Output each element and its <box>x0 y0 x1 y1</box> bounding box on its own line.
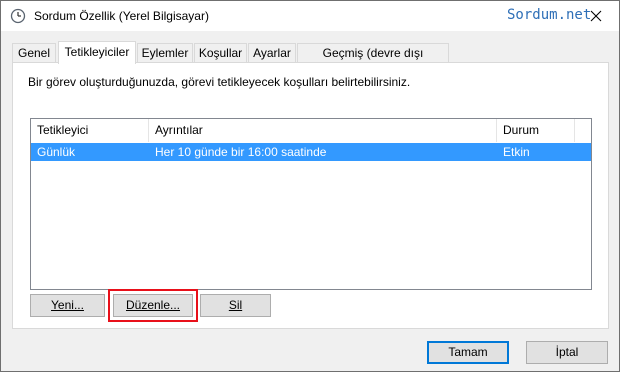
table-row[interactable]: Günlük Her 10 günde bir 16:00 saatinde E… <box>31 143 591 161</box>
list-header: Tetikleyici Ayrıntılar Durum <box>31 119 591 142</box>
cell-status: Etkin <box>503 145 530 159</box>
column-header-trigger[interactable]: Tetikleyici <box>31 119 149 142</box>
clock-icon <box>10 8 26 24</box>
title-bar[interactable]: Sordum Özellik (Yerel Bilgisayar) Sordum… <box>1 1 619 31</box>
tab-conditions[interactable]: Koşullar <box>194 43 247 63</box>
edit-button-label: Düzenle... <box>125 298 181 312</box>
new-button[interactable]: Yeni... <box>30 294 105 317</box>
delete-button-label: Sil <box>228 298 243 312</box>
tab-triggers[interactable]: Tetikleyiciler <box>58 41 136 64</box>
tab-actions[interactable]: Eylemler <box>137 43 193 63</box>
panel-description: Bir görev oluşturduğunuzda, görevi tetik… <box>28 75 411 89</box>
tab-settings[interactable]: Ayarlar <box>248 43 296 63</box>
new-button-label: Yeni... <box>51 298 84 312</box>
close-button[interactable] <box>585 5 607 27</box>
ok-button[interactable]: Tamam <box>427 341 509 364</box>
close-icon <box>590 10 602 22</box>
cancel-button[interactable]: İptal <box>526 341 608 364</box>
edit-button[interactable]: Düzenle... <box>113 294 193 317</box>
triggers-panel: Bir görev oluşturduğunuzda, görevi tetik… <box>12 62 609 329</box>
window-title: Sordum Özellik (Yerel Bilgisayar) <box>34 9 209 23</box>
column-header-status[interactable]: Durum <box>497 119 575 142</box>
cell-trigger: Günlük <box>37 145 76 159</box>
delete-button[interactable]: Sil <box>200 294 271 317</box>
tab-general[interactable]: Genel <box>12 43 56 63</box>
triggers-list[interactable]: Tetikleyici Ayrıntılar Durum Günlük Her … <box>30 118 592 290</box>
watermark: Sordum.net <box>507 7 592 23</box>
properties-window: Sordum Özellik (Yerel Bilgisayar) Sordum… <box>0 0 620 372</box>
cell-details: Her 10 günde bir 16:00 saatinde <box>155 145 327 159</box>
tab-history[interactable]: Geçmiş (devre dışı bırakıldı) <box>297 43 449 78</box>
column-header-details[interactable]: Ayrıntılar <box>149 119 497 142</box>
